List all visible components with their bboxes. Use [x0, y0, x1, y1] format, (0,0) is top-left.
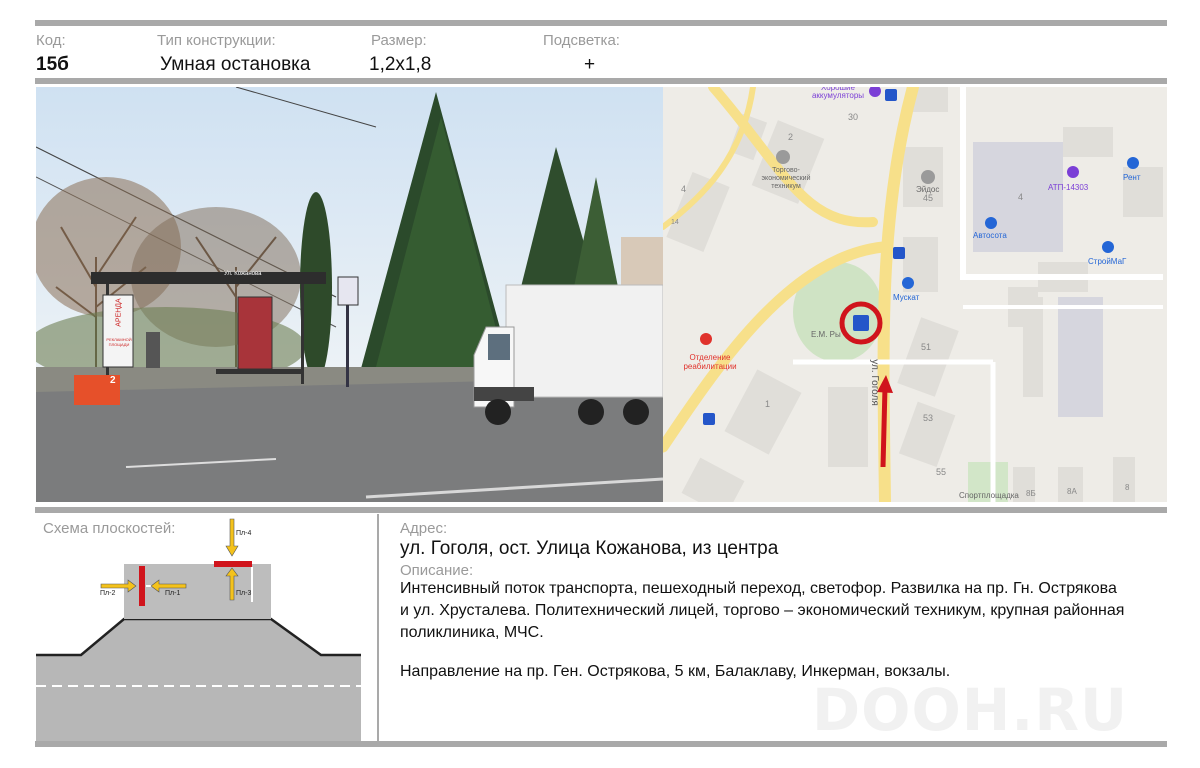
- map-label-aku: Хорошие аккумуляторы: [811, 87, 865, 100]
- map-label-8: 8: [1125, 483, 1130, 492]
- map-label-rybak: Е.М. Ры: [811, 330, 841, 339]
- ad-text-sub: РЕКЛАМНОЙ ПЛОЩАДИ: [106, 337, 132, 347]
- map-label-30: 30: [848, 112, 859, 122]
- plane-label-2: Пл-2: [100, 590, 116, 597]
- map-label-avtosota: Автосота: [973, 231, 1007, 240]
- map-label-14: 14: [671, 219, 679, 226]
- ad-text-main: АРЕНДА: [115, 298, 123, 327]
- map-label-51: 51: [921, 342, 932, 352]
- map-label-4a: 4: [681, 184, 687, 194]
- light-label: Подсветка:: [543, 32, 620, 49]
- map-label-4b: 4: [1018, 192, 1024, 202]
- plane-label-1: Пл-1: [165, 590, 181, 597]
- plane-label-4: Пл-4: [236, 530, 252, 537]
- type-label: Тип конструкции:: [157, 32, 276, 49]
- code-label: Код:: [36, 32, 66, 49]
- description-label: Описание:: [400, 562, 474, 579]
- map-label-1: 1: [765, 399, 771, 409]
- size-value: 1,2х1,8: [369, 54, 432, 75]
- map-label-rent: Рент: [1123, 173, 1141, 182]
- location-map[interactable]: Хорошие аккумуляторы 30 2 Торгово-эконом…: [663, 87, 1167, 502]
- map-label-atp: АТП-14303: [1048, 183, 1089, 192]
- map-label-53: 53: [923, 413, 934, 423]
- map-label-stroymag: СтройМаГ: [1088, 257, 1127, 266]
- address-label: Адрес:: [400, 520, 448, 537]
- bottom-rule: [35, 741, 1167, 747]
- watermark-logo: DOOH.RU: [812, 676, 1129, 744]
- description-line-1: Интенсивный поток транспорта, пешеходный…: [400, 580, 1117, 597]
- map-label-8a: 8А: [1067, 487, 1077, 496]
- size-label: Размер:: [371, 32, 427, 49]
- plane-label-3: Пл-3: [236, 590, 252, 597]
- map-label-tech: Торгово-экономический техникум: [761, 167, 811, 190]
- street-photo-illustration: [36, 87, 663, 502]
- shelter-sign: Ул. Кожанова: [224, 271, 262, 277]
- planes-scheme: [36, 518, 361, 742]
- map-label-street: ул. Гоголя: [868, 359, 880, 406]
- description-line-3: поликлиника, МЧС.: [400, 624, 544, 641]
- header-rule: [35, 78, 1167, 84]
- map-label-8b: 8Б: [1026, 489, 1036, 498]
- type-value: Умная остановка: [160, 54, 311, 75]
- map-label-muskat: Мускат: [893, 293, 920, 302]
- address-value: ул. Гоголя, ост. Улица Кожанова, из цент…: [400, 538, 779, 559]
- scheme-panel: Схема плоскостей: Пл-1 Пл-2 Пл-3 Пл-4: [36, 514, 379, 742]
- description-line-2: и ул. Хрусталева. Политехнический лицей,…: [400, 602, 1125, 619]
- top-rule: [35, 20, 1167, 26]
- map-label-55: 55: [936, 467, 947, 477]
- code-value: 15б: [36, 54, 69, 75]
- location-photo: Ул. Кожанова АРЕНДА РЕКЛАМНОЙ ПЛОЩАДИ 2: [36, 87, 663, 502]
- map-label-otd: Отделение реабилитации: [683, 353, 737, 371]
- middle-rule: [35, 507, 1167, 513]
- map-label-sport: Спортплощадка: [959, 491, 1019, 500]
- light-value: +: [584, 54, 596, 75]
- box-number: 2: [110, 375, 116, 386]
- map-label-45: 45: [923, 193, 934, 203]
- map-label-2: 2: [788, 132, 794, 142]
